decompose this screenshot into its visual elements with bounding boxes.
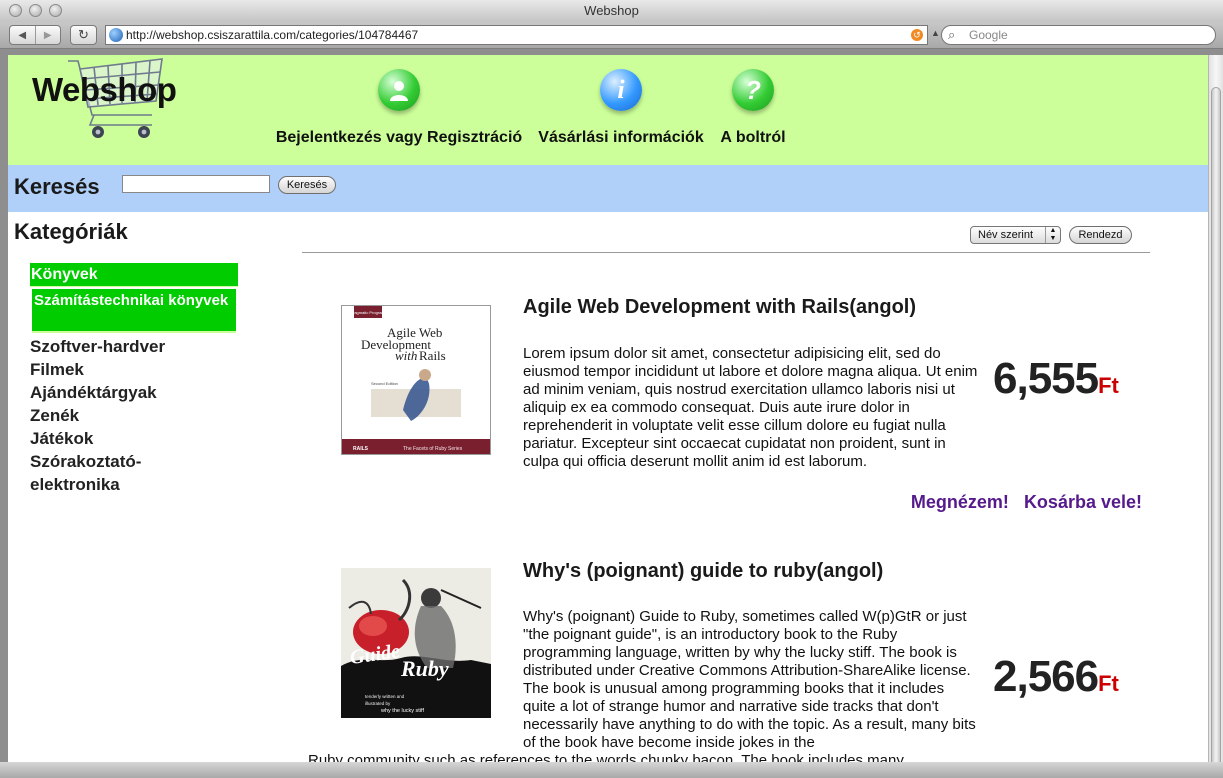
category-active-computer-books[interactable]: Számítástechnikai könyvek xyxy=(32,289,236,333)
browser-search-placeholder: Google xyxy=(969,28,1008,42)
vertical-scrollbar[interactable] xyxy=(1208,55,1223,767)
category-item[interactable]: Szoftver-hardver xyxy=(30,335,220,358)
globe-icon xyxy=(109,28,123,42)
browser-search-field[interactable]: ⌕ Google xyxy=(941,25,1216,45)
nav-about-shop[interactable]: ? A boltról xyxy=(720,69,786,146)
nav-shopping-info-label[interactable]: Vásárlási információk xyxy=(538,129,703,147)
price-amount: 6,555 xyxy=(993,354,1099,403)
svg-text:RAILS: RAILS xyxy=(353,446,369,452)
window-titlebar: Webshop xyxy=(0,0,1223,23)
category-item[interactable]: Ajándéktárgyak xyxy=(30,381,220,404)
nav-login-register-label[interactable]: Bejelentkezés vagy Regisztráció xyxy=(276,129,522,147)
snapback-icon[interactable]: ↺ xyxy=(911,29,923,41)
category-item[interactable]: Filmek xyxy=(30,358,220,381)
cover-edition: Second Edition xyxy=(371,381,398,386)
search-icon: ⌕ xyxy=(948,27,956,42)
window-title: Webshop xyxy=(584,3,639,18)
search-bar: Keresés Keresés xyxy=(8,165,1208,212)
category-item[interactable]: Játékok xyxy=(30,427,220,450)
browser-toolbar: ◀ ▶ ↻ http://webshop.csiszarattila.com/c… xyxy=(0,22,1223,49)
nav-about-shop-label[interactable]: A boltról xyxy=(720,129,785,147)
search-button[interactable]: Keresés xyxy=(278,176,336,194)
categories-heading: Kategóriák xyxy=(14,219,128,244)
product-title[interactable]: Agile Web Development with Rails(angol) xyxy=(523,296,916,319)
price-currency: Ft xyxy=(1098,671,1119,696)
svg-text:with: with xyxy=(395,348,417,363)
site-logo[interactable]: Webshop xyxy=(32,71,177,109)
product-price: 6,555Ft xyxy=(993,354,1119,404)
product-title[interactable]: Why's (poignant) guide to ruby(angol) xyxy=(523,560,883,583)
search-input[interactable] xyxy=(122,175,270,193)
product-cover-poignant-guide[interactable]: Guide Ruby tenderly written and illustra… xyxy=(341,568,491,718)
info-icon[interactable]: i xyxy=(600,69,642,111)
sort-select[interactable]: Név szerint ▲ ▼ xyxy=(970,226,1061,244)
nav-shopping-info[interactable]: i Vásárlási információk xyxy=(538,69,704,146)
category-active-books[interactable]: Könyvek xyxy=(30,263,238,287)
price-amount: 2,566 xyxy=(993,652,1099,701)
reload-button[interactable]: ↻ xyxy=(70,25,97,45)
product-actions: Megnézem! Kosárba vele! xyxy=(901,492,1142,513)
category-list: Szoftver-hardver Filmek Ajándéktárgyak Z… xyxy=(30,335,220,496)
view-product-link[interactable]: Megnézem! xyxy=(911,492,1009,512)
product-description-continued: Ruby community such as references to the… xyxy=(308,752,904,762)
product-description: Lorem ipsum dolor sit amet, consectetur … xyxy=(523,345,978,470)
url-dropdown-icon[interactable]: ▲ xyxy=(931,28,940,38)
product-cover-agile-rails[interactable]: The Pragmatic Programmers Agile Web Deve… xyxy=(341,305,491,455)
category-item[interactable]: Zenék xyxy=(30,404,220,427)
svg-text:illustrated by: illustrated by xyxy=(365,701,391,706)
svg-text:tenderly written and: tenderly written and xyxy=(365,694,405,699)
svg-text:why the lucky stiff: why the lucky stiff xyxy=(380,708,424,714)
forward-arrow-icon[interactable]: ▶ xyxy=(36,26,61,44)
select-arrows-icon: ▲ ▼ xyxy=(1045,227,1060,243)
product-description: Why's (poignant) Guide to Ruby, sometime… xyxy=(523,608,976,751)
back-forward-buttons: ◀ ▶ xyxy=(9,25,61,45)
url-text: http://webshop.csiszarattila.com/categor… xyxy=(126,28,419,42)
category-item[interactable]: Szórakoztató-elektronika xyxy=(30,450,160,496)
window-bottom-bar xyxy=(0,762,1223,778)
cover-series: The Facets of Ruby Series xyxy=(403,446,463,452)
product-price: 2,566Ft xyxy=(993,652,1119,702)
search-label: Keresés xyxy=(14,174,100,199)
scrollbar-thumb[interactable] xyxy=(1211,87,1221,767)
page-viewport: Webshop Bejelentkezés vagy Regisztráció … xyxy=(8,55,1208,762)
sort-button[interactable]: Rendezd xyxy=(1069,226,1132,244)
reload-icon: ↻ xyxy=(78,27,89,42)
site-header: Webshop Bejelentkezés vagy Regisztráció … xyxy=(8,55,1208,165)
svg-text:Ruby: Ruby xyxy=(400,656,449,681)
svg-text:Rails: Rails xyxy=(419,348,446,363)
content-divider xyxy=(302,252,1150,253)
cover-publisher: The Pragmatic Programmers xyxy=(342,310,393,315)
address-bar[interactable]: http://webshop.csiszarattila.com/categor… xyxy=(105,25,928,45)
question-icon[interactable]: ? xyxy=(732,69,774,111)
back-arrow-icon[interactable]: ◀ xyxy=(10,26,36,44)
sort-select-value: Név szerint xyxy=(978,229,1034,241)
add-to-cart-link[interactable]: Kosárba vele! xyxy=(1024,492,1142,512)
user-icon[interactable] xyxy=(378,69,420,111)
price-currency: Ft xyxy=(1098,373,1119,398)
nav-login-register[interactable]: Bejelentkezés vagy Regisztráció xyxy=(276,69,522,146)
